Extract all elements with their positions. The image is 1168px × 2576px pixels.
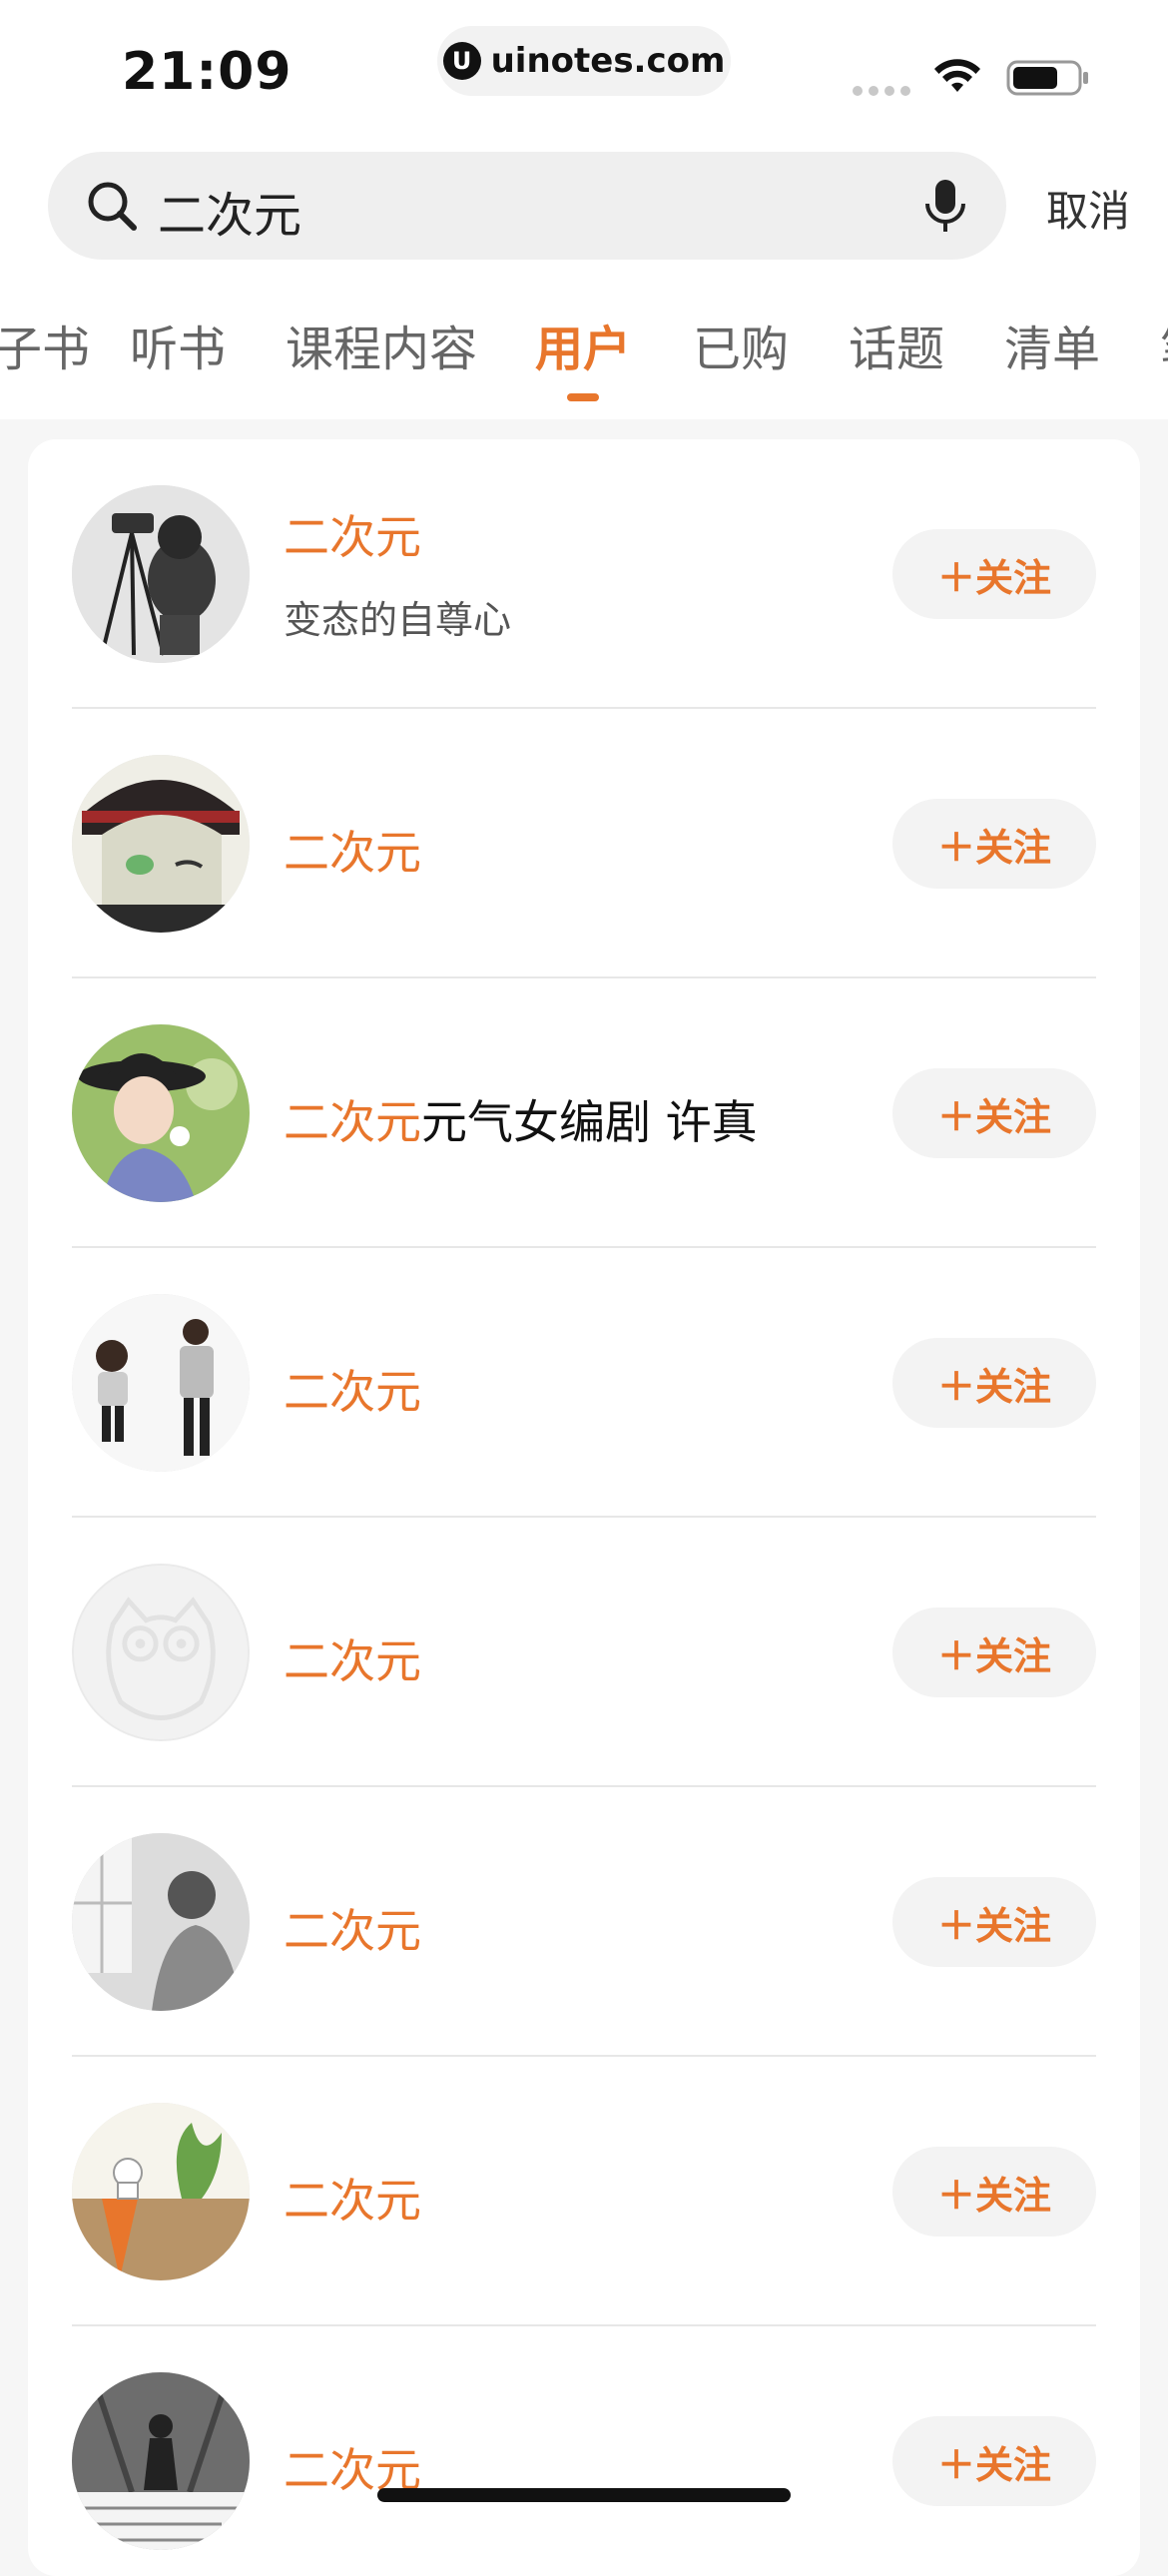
tab-lists[interactable]: 清单 — [1004, 310, 1100, 379]
list-item[interactable]: 二次元 ＋关注 — [28, 1787, 1140, 2057]
user-name-highlight: 二次元 — [284, 1095, 421, 1149]
wifi-icon — [934, 59, 980, 92]
follow-button[interactable]: ＋关注 — [892, 1608, 1096, 1697]
user-name[interactable]: 二次元 — [284, 501, 421, 567]
tab-notes[interactable]: 笔记 — [1160, 310, 1168, 379]
tab-ebook[interactable]: 电子书 — [0, 310, 90, 379]
owl-icon — [74, 1566, 248, 1739]
tab-courses[interactable]: 课程内容 — [286, 310, 477, 379]
site-logo-icon: U — [442, 42, 481, 80]
follow-button[interactable]: ＋关注 — [892, 2147, 1096, 2237]
user-name[interactable]: 二次元元气女编剧 许真 — [284, 1086, 758, 1152]
follow-button[interactable]: ＋关注 — [892, 1877, 1096, 1967]
list-item[interactable]: 二次元元气女编剧 许真 ＋关注 — [28, 978, 1140, 1248]
window-boy-avatar-icon — [72, 1833, 250, 2011]
search-input[interactable]: 二次元 — [48, 152, 1006, 260]
user-name[interactable]: 二次元 — [284, 1356, 421, 1422]
tab-users[interactable]: 用户 — [535, 310, 631, 379]
user-name[interactable]: 二次元 — [284, 1625, 421, 1691]
user-name-highlight: 二次元 — [284, 510, 421, 564]
user-name-highlight: 二次元 — [284, 826, 421, 880]
avatar[interactable] — [72, 2372, 250, 2550]
list-item[interactable]: 二次元 ＋关注 — [28, 2326, 1140, 2576]
search-query: 二次元 — [158, 188, 302, 244]
follow-button[interactable]: ＋关注 — [892, 1338, 1096, 1428]
battery-icon — [1006, 60, 1088, 96]
user-name-highlight: 二次元 — [284, 1634, 421, 1688]
tab-purchased[interactable]: 已购 — [693, 310, 789, 379]
follow-button[interactable]: ＋关注 — [892, 799, 1096, 889]
list-item[interactable]: 二次元 ＋关注 — [28, 709, 1140, 978]
search-header: 二次元 取消 — [0, 150, 1168, 270]
user-name[interactable]: 二次元 — [284, 2165, 421, 2231]
user-name-rest: 元气女编剧 许真 — [421, 1095, 758, 1149]
user-name-highlight: 二次元 — [284, 2174, 421, 2228]
user-name[interactable]: 二次元 — [284, 817, 421, 883]
avatar[interactable] — [72, 1564, 250, 1741]
follow-button[interactable]: ＋关注 — [892, 2416, 1096, 2506]
tab-topics[interactable]: 话题 — [849, 310, 944, 379]
carrot-avatar-icon — [72, 2103, 250, 2280]
home-indicator — [377, 2488, 791, 2502]
cellular-signal-icon — [853, 86, 910, 96]
woman-hat-avatar-icon — [72, 1024, 250, 1202]
url-pill[interactable]: U uinotes.com — [437, 26, 731, 96]
user-name-highlight: 二次元 — [284, 1904, 421, 1958]
user-name-highlight: 二次元 — [284, 1365, 421, 1419]
street-girl-avatar-icon — [72, 2372, 250, 2550]
list-item[interactable]: 二次元 ＋关注 — [28, 1248, 1140, 1518]
avatar[interactable] — [72, 1833, 250, 2011]
user-bio: 变态的自尊心 — [284, 598, 512, 642]
list-item[interactable]: 二次元 ＋关注 — [28, 2057, 1140, 2326]
search-icon — [88, 182, 137, 231]
list-item[interactable]: 二次元 ＋关注 — [28, 1518, 1140, 1787]
tab-audiobook[interactable]: 听书 — [130, 310, 226, 379]
avatar[interactable] — [72, 485, 250, 663]
photographer-avatar-icon — [72, 485, 250, 663]
active-tab-indicator — [567, 393, 599, 401]
status-bar: 21:09 U uinotes.com — [0, 0, 1168, 150]
url-text: uinotes.com — [490, 41, 726, 81]
cancel-button[interactable]: 取消 — [1046, 178, 1130, 239]
user-list: 二次元 变态的自尊心 ＋关注 二次元 ＋关注 二次元元气女编剧 许真 ＋关注 二… — [28, 439, 1140, 2576]
microphone-icon[interactable] — [920, 178, 970, 236]
avatar[interactable] — [72, 1294, 250, 1472]
list-item[interactable]: 二次元 变态的自尊心 ＋关注 — [28, 439, 1140, 709]
cartoon-boys-avatar-icon — [72, 1294, 250, 1472]
category-tabs: 电子书 听书 课程内容 用户 已购 话题 清单 笔记 — [0, 270, 1168, 419]
status-time: 21:09 — [122, 42, 292, 102]
anime-boy-avatar-icon — [72, 755, 250, 933]
avatar[interactable] — [72, 755, 250, 933]
user-name[interactable]: 二次元 — [284, 1895, 421, 1961]
avatar[interactable] — [72, 2103, 250, 2280]
follow-button[interactable]: ＋关注 — [892, 1068, 1096, 1158]
avatar[interactable] — [72, 1024, 250, 1202]
follow-button[interactable]: ＋关注 — [892, 529, 1096, 619]
